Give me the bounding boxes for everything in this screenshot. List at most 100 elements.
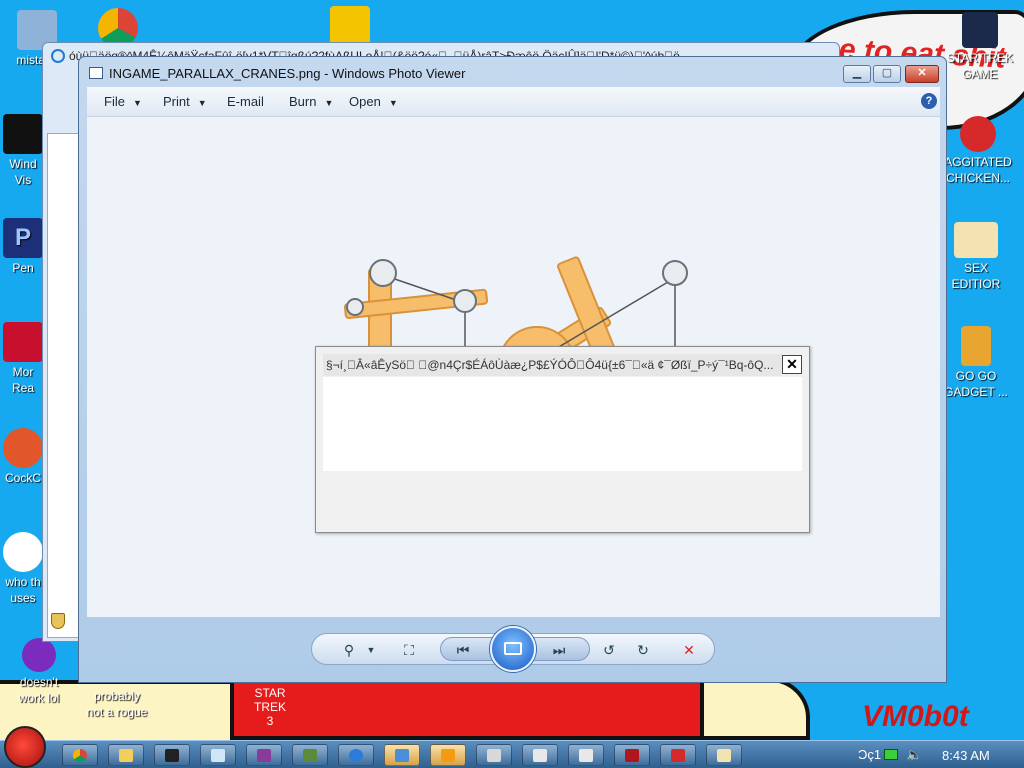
clock[interactable]: 8:43 AM — [942, 748, 990, 763]
menu-print[interactable]: Print ▼ — [163, 94, 207, 109]
taskbar-window2[interactable] — [568, 744, 604, 766]
tray-language[interactable]: Ͻç1 — [858, 747, 881, 762]
network-icon[interactable] — [884, 749, 898, 760]
bad-piggies-icon — [330, 6, 370, 46]
menu-label: File — [104, 94, 125, 109]
desktop-icon-label: Mor Rea — [11, 365, 34, 395]
maximize-button[interactable]: ▢ — [873, 65, 901, 83]
taskbar-chrome[interactable] — [62, 744, 98, 766]
yahoo-icon — [22, 638, 56, 672]
rotate-right-icon[interactable]: ↻ — [632, 639, 654, 661]
previous-icon[interactable]: ⏮ — [452, 639, 474, 661]
menu-file[interactable]: File ▼ — [104, 94, 142, 109]
dialog-title: §¬í¸ Â«âÊySö   @n4Çr$ÉÁôÙàæ¿P$£ÝÓÔ Ô4ü{±… — [323, 354, 782, 376]
taskbar-angry-birds[interactable] — [660, 744, 696, 766]
folder-icon — [119, 749, 133, 762]
taskbar-window1[interactable] — [522, 744, 558, 766]
crane-pulley — [346, 298, 364, 316]
star-wars-icon — [962, 12, 998, 48]
title-bar[interactable]: INGAME_PARALLAX_CRANES.png - Windows Pho… — [79, 57, 946, 87]
delete-icon[interactable]: ✕ — [678, 639, 700, 661]
minimize-button[interactable]: ▁ — [843, 65, 871, 83]
wallpaper-bottom-label: STAR TREK 3 — [253, 686, 286, 728]
taskbar-paint[interactable] — [476, 744, 512, 766]
taskbar-7zip[interactable] — [154, 744, 190, 766]
navigation-bar: ⚲ ▼ ⛶ ⏮ ⏭ ↺ ↻ ✕ — [311, 626, 715, 672]
taskbar-folder[interactable] — [108, 744, 144, 766]
chrome-icon — [73, 749, 87, 762]
menu-email[interactable]: E-mail — [227, 94, 264, 109]
desktop-icon-star-trek-game[interactable]: STAR TREK GAME — [940, 12, 1020, 82]
desktop-icon-yahoo[interactable]: doesn't work lol — [2, 638, 76, 706]
premiere-icon: P — [3, 218, 43, 258]
chevron-down-icon: ▼ — [132, 98, 142, 108]
taskbar: Ͻç1 🔈 8:43 AM — [0, 740, 1024, 768]
angry-bird-icon — [671, 749, 685, 762]
taskbar-notepad[interactable] — [200, 744, 236, 766]
ie-icon — [51, 49, 65, 63]
menu-label: Print — [163, 94, 190, 109]
vista-icon — [3, 114, 43, 154]
menu-label: E-mail — [227, 94, 264, 109]
taskbar-hxd[interactable] — [706, 744, 742, 766]
desktop-icon-label: probably not a rogue — [86, 689, 148, 719]
desktop-icon-who-uses[interactable]: who th uses — [0, 532, 46, 606]
7zip-icon — [165, 749, 179, 762]
next-icon[interactable]: ⏭ — [548, 639, 570, 661]
desktop-icon-rogue[interactable]: probably not a rogue — [80, 688, 154, 720]
desktop-icon-label: GO GO GADGET ... — [944, 369, 1008, 399]
taskbar-ie[interactable] — [338, 744, 374, 766]
minecraft-icon — [303, 749, 317, 762]
desktop-icon-reader[interactable]: Mor Rea — [0, 322, 46, 396]
desktop-icon-sex-editior[interactable]: SEX EDITIOR — [936, 222, 1016, 292]
wallpaper-signature: VM0b0t — [862, 700, 969, 733]
chevron-down-icon: ▼ — [388, 98, 398, 108]
desktop-icon-label: AGGITATED CHICKEN... — [944, 155, 1012, 185]
chevron-down-icon[interactable]: ▼ — [360, 639, 382, 661]
zoom-icon[interactable]: ⚲ — [338, 639, 360, 661]
reader-icon — [3, 322, 43, 362]
close-button[interactable]: ✕ — [905, 65, 939, 83]
hxd-icon — [717, 749, 731, 762]
dialog-content — [323, 377, 802, 471]
start-button[interactable] — [4, 726, 46, 768]
desktop-icon-premiere[interactable]: P Pen — [0, 218, 46, 276]
taskbar-minecraft[interactable] — [292, 744, 328, 766]
ie-icon — [349, 749, 363, 762]
wallpaper-yellow-right — [700, 678, 810, 740]
desktop-icon-vista[interactable]: Wind Vis — [0, 114, 46, 188]
desktop-icon-label: CockC — [4, 471, 41, 485]
volume-icon[interactable]: 🔈 — [906, 747, 922, 763]
rotate-left-icon[interactable]: ↺ — [598, 639, 620, 661]
desktop-icon-label: who th uses — [5, 575, 41, 605]
desktop-icon-aggitated-chicken[interactable]: AGGITATED CHICKEN... — [936, 116, 1020, 186]
garbled-dialog[interactable]: §¬í¸ Â«âÊySö   @n4Çr$ÉÁôÙàæ¿P$£ÝÓÔ Ô4ü{±… — [315, 346, 810, 533]
media-player-icon — [441, 749, 455, 762]
desktop-icon-cockcc[interactable]: CockC — [0, 428, 46, 486]
filezilla-icon — [625, 749, 639, 762]
menu-open[interactable]: Open ▼ — [349, 94, 398, 109]
avast-icon — [3, 532, 43, 572]
taskbar-winrar[interactable] — [246, 744, 282, 766]
notepad-icon — [211, 749, 225, 762]
winrar-icon — [257, 749, 271, 762]
menu-burn[interactable]: Burn ▼ — [289, 94, 333, 109]
slideshow-button[interactable] — [490, 626, 536, 672]
taskbar-photo-viewer[interactable] — [384, 744, 420, 766]
desktop-icon-go-go-gadget[interactable]: GO GO GADGET ... — [936, 326, 1016, 400]
window-icon — [579, 749, 593, 762]
taskbar-filezilla[interactable] — [614, 744, 650, 766]
help-icon[interactable]: ? — [921, 93, 937, 109]
folder-icon — [961, 326, 991, 366]
photo-viewer-icon — [89, 67, 103, 79]
angry-bird-icon — [960, 116, 996, 152]
slideshow-icon — [504, 642, 522, 655]
dialog-close-button[interactable]: ✕ — [782, 355, 802, 374]
menu-bar: File ▼ Print ▼ E-mail Burn ▼ Open ▼ ? — [87, 87, 940, 117]
crane-pulley — [453, 289, 477, 313]
desktop-icon-label: Pen — [12, 261, 34, 275]
menu-label: Burn — [289, 94, 317, 109]
actual-size-icon[interactable]: ⛶ — [398, 639, 420, 661]
menu-label: Open — [349, 94, 381, 109]
taskbar-media-player[interactable] — [430, 744, 466, 766]
